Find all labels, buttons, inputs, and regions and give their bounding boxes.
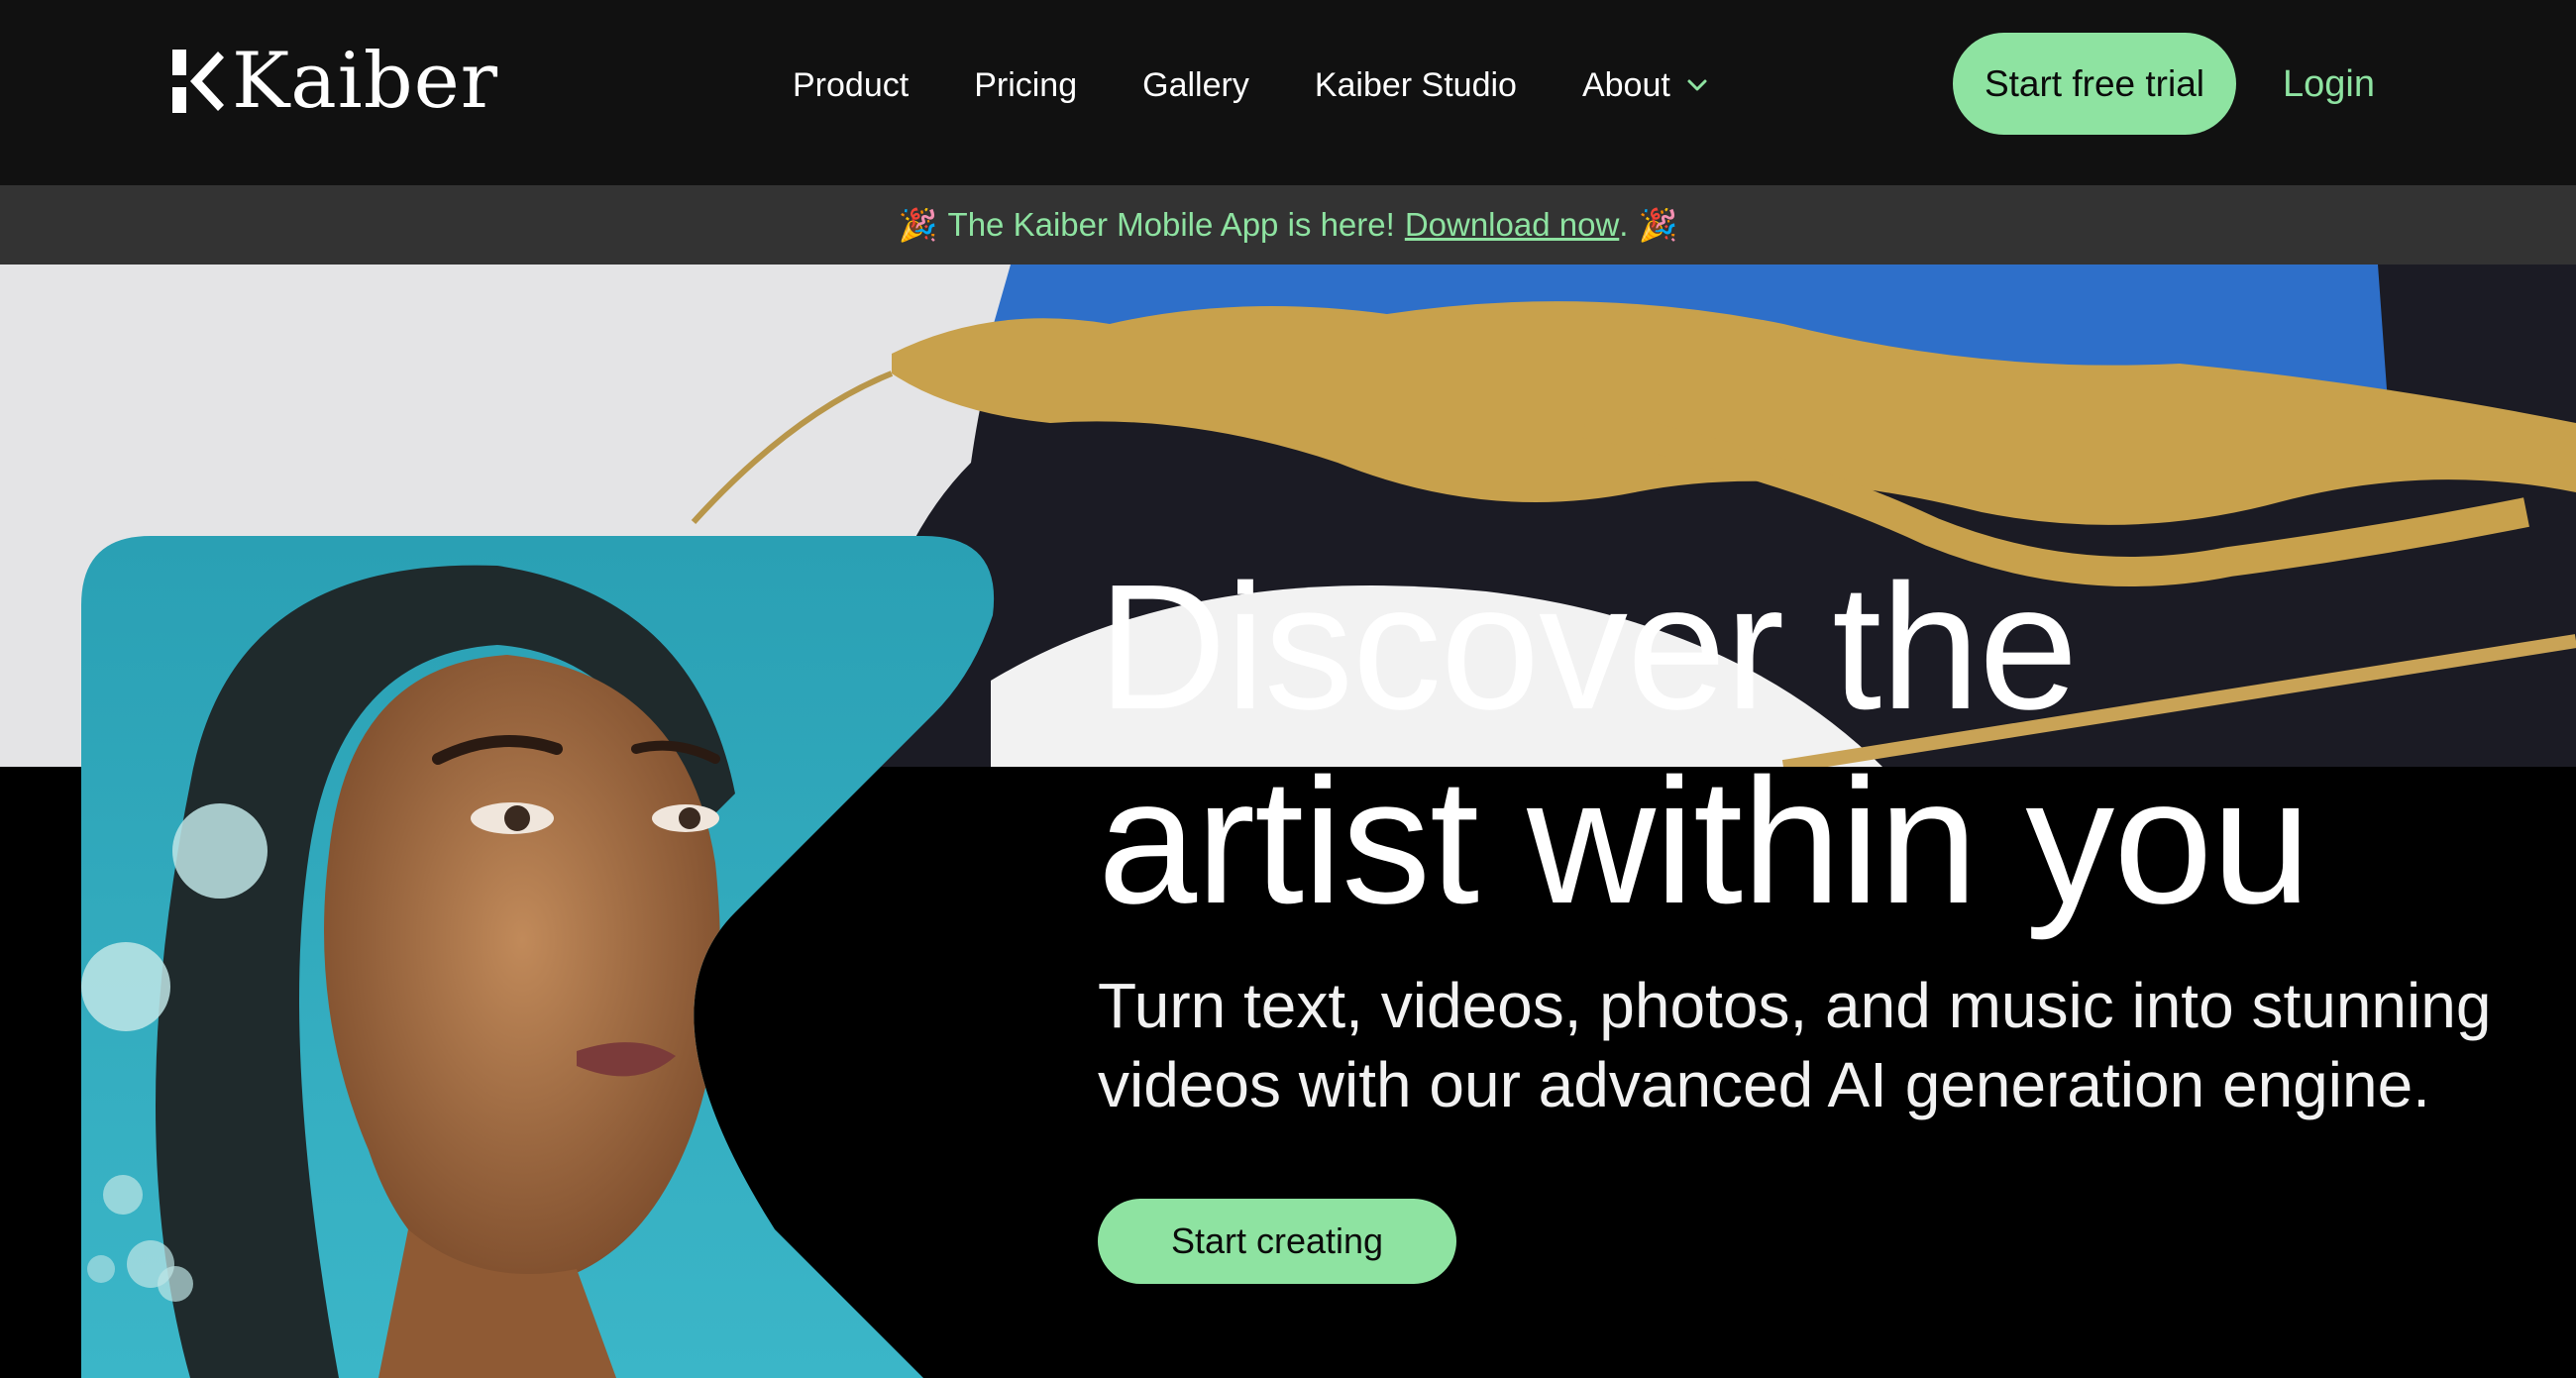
hero-subtitle: Turn text, videos, photos, and music int… <box>1098 966 2544 1124</box>
start-free-trial-button[interactable]: Start free trial <box>1953 33 2236 135</box>
hero-subtitle-line: videos with our advanced AI generation e… <box>1098 1049 2430 1120</box>
kaiber-logo[interactable]: Kaiber <box>168 42 498 121</box>
nav-item-label: Pricing <box>974 65 1078 104</box>
announcement-text: The Kaiber Mobile App is here! <box>947 206 1395 243</box>
nav-item-label: Kaiber Studio <box>1314 65 1517 104</box>
download-now-link[interactable]: Download now <box>1405 206 1619 244</box>
hero-headline-line: Discover the <box>1098 548 2078 747</box>
nav-item-about[interactable]: About <box>1582 66 1708 105</box>
announcement-bar: 🎉 The Kaiber Mobile App is here! Downloa… <box>0 185 2576 265</box>
chevron-down-icon <box>1687 79 1707 91</box>
nav-item-gallery[interactable]: Gallery <box>1142 66 1249 105</box>
nav-item-kaiber-studio[interactable]: Kaiber Studio <box>1315 66 1517 105</box>
hero-headline: Discover the artist within you <box>1098 551 2485 939</box>
hero-subtitle-line: Turn text, videos, photos, and music int… <box>1098 970 2492 1041</box>
party-popper-icon: 🎉 <box>1638 207 1678 243</box>
hero-headline-line: artist within you <box>1098 742 2311 941</box>
main-nav: Product Pricing Gallery Kaiber Studio Ab… <box>793 50 1773 121</box>
site-header: Kaiber Product Pricing Gallery Kaiber St… <box>0 0 2576 185</box>
start-creating-button[interactable]: Start creating <box>1098 1199 1456 1284</box>
nav-item-label: About <box>1581 65 1670 104</box>
hero-portrait-image <box>81 536 1003 1378</box>
nav-item-pricing[interactable]: Pricing <box>974 66 1077 105</box>
brand-name: Kaiber <box>232 37 499 126</box>
kaiber-k-icon <box>172 50 224 113</box>
login-link[interactable]: Login <box>2283 56 2375 112</box>
nav-item-label: Product <box>793 65 910 104</box>
announcement-suffix: . <box>1619 206 1629 243</box>
party-popper-icon: 🎉 <box>898 207 938 243</box>
nav-item-label: Gallery <box>1142 65 1249 104</box>
nav-item-product[interactable]: Product <box>793 66 909 105</box>
